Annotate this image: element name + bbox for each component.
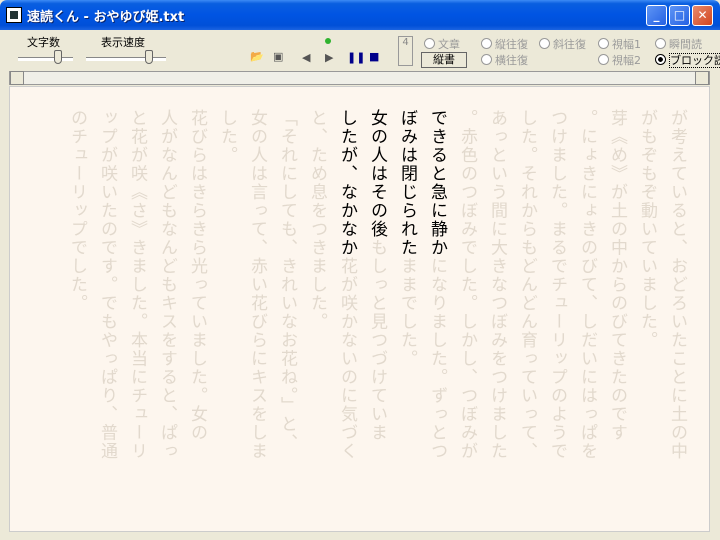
radio-width2[interactable]: 視幅2 (598, 52, 641, 68)
text-column: したが、なかなか花が咲かないのに気づく (336, 109, 358, 461)
char-count-track (18, 57, 73, 61)
faded-text: ままでした。 (397, 257, 417, 368)
open-folder-icon[interactable]: 📂 (250, 50, 264, 63)
text-column: と花が咲《さ》きました。本当にチューリ (127, 109, 147, 461)
text-column: 女の人は言って、赤い花びらにキスをしま (247, 109, 267, 461)
text-column: ぼみは閉じられたままでした。 (396, 109, 418, 368)
radio-vertical-round[interactable]: 縦往復 (481, 36, 528, 52)
text-column: した。それからもどんどん育っていって、 (517, 109, 537, 461)
text-column: がもぞもぞ動いていました。 (637, 109, 657, 350)
radio-horizontal-round[interactable]: 横往復 (481, 52, 528, 68)
text-column: と、ため息をつきました。 (307, 109, 327, 331)
char-count-label: 文字数 (27, 36, 60, 49)
stop-icon[interactable]: ■ (369, 50, 379, 63)
speed-slider[interactable] (145, 50, 153, 64)
vertical-mode-button[interactable]: 縦書 (421, 52, 467, 68)
radio-block-read[interactable]: ブロック読 (655, 52, 720, 68)
scrollbar-thumb[interactable] (10, 71, 24, 85)
text-column: 。赤色のつぼみでした。しかし、つぼみが (457, 109, 477, 461)
text-column: が考えていると、おどろいたことに土の中 (667, 109, 687, 461)
save-icon[interactable]: ▣ (273, 50, 283, 63)
text-column: 花びらはきらきら光っていました。女の (187, 109, 207, 442)
title-bar: 速読くん - おやゆび姫.txt _ □ ✕ (0, 0, 720, 30)
text-column: ップが咲いたのです。でもやっぱり、普通 (97, 109, 117, 461)
text-column: 芽《め》が土の中からのびてきたのです (607, 109, 627, 442)
highlighted-text: ぼみは閉じられた (397, 109, 417, 257)
status-indicator-icon (325, 38, 331, 44)
text-column: つけました。まるでチューリップのようで (547, 109, 567, 461)
text-column: した。 (217, 109, 237, 165)
maximize-button[interactable]: □ (669, 5, 690, 26)
speed-label: 表示速度 (101, 36, 145, 49)
next-icon[interactable]: ▶ (325, 51, 333, 64)
faded-text: もしっと見つづけていま (367, 238, 387, 443)
scrollbar-end[interactable] (695, 71, 709, 85)
radio-text[interactable]: 文章 (424, 36, 460, 52)
window-title: 速読くん - おやゆび姫.txt (27, 10, 185, 25)
close-button[interactable]: ✕ (692, 5, 713, 26)
page-box[interactable]: 4 (398, 36, 413, 66)
radio-diagonal-round[interactable]: 斜往復 (539, 36, 586, 52)
faded-text: 花が咲かないのに気づく (337, 257, 357, 461)
reading-pane: が考えていると、おどろいたことに土の中 がもぞもぞ動いていました。 芽《め》が土の中… (9, 86, 710, 532)
speed-track (86, 57, 166, 61)
text-column: 。にょきにょきのびて、しだいにはっぱを (577, 109, 597, 461)
text-column: のチューリップでした。 (67, 109, 87, 313)
prev-icon[interactable]: ◀ (302, 51, 310, 64)
text-column: 「それにしても、きれいなお花ね。」と、 (277, 109, 297, 452)
faded-text: になりました。ずっとつ (427, 257, 447, 461)
pause-icon[interactable]: ❚❚ (347, 51, 365, 64)
text-column: 女の人はその後もしっと見つづけていま (366, 109, 388, 442)
radio-width1[interactable]: 視幅1 (598, 36, 641, 52)
progress-scrollbar[interactable] (9, 71, 710, 85)
app-icon (6, 7, 22, 23)
highlighted-text: できると急に静か (427, 109, 447, 257)
minimize-button[interactable]: _ (646, 5, 667, 26)
highlighted-text: 女の人はその後 (367, 109, 387, 239)
text-column: 人がなんどもなんどもキスをすると、ぱっ (157, 109, 177, 461)
highlighted-text: したが、なかなか (337, 109, 357, 257)
text-column: できると急に静かになりました。ずっとつ (426, 109, 448, 461)
text-column: あっという間に大きなつぼみをつけました (487, 109, 507, 461)
radio-instant[interactable]: 瞬間読 (655, 36, 702, 52)
char-count-slider[interactable] (54, 50, 62, 64)
